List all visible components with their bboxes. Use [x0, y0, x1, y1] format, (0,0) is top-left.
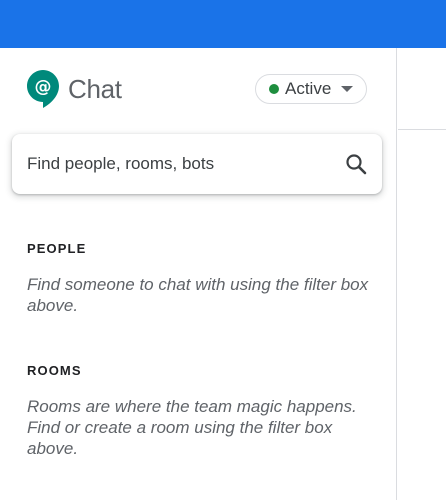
chat-brand: @ Chat — [27, 70, 122, 108]
status-dropdown[interactable]: Active — [255, 74, 367, 104]
status-dot-icon — [269, 84, 279, 94]
search-input[interactable] — [27, 154, 344, 174]
chat-logo-icon: @ — [27, 70, 59, 108]
chevron-down-icon — [341, 86, 354, 92]
rooms-empty-text: Rooms are where the team magic happens. … — [27, 397, 357, 458]
people-heading: PEOPLE — [27, 241, 87, 256]
top-app-bar — [0, 0, 446, 48]
svg-text:@: @ — [35, 77, 52, 97]
header-divider — [398, 129, 446, 130]
search-box — [12, 134, 382, 194]
chat-sidebar: @ Chat Active PEOPLE Find someone to cha… — [0, 48, 397, 500]
status-label: Active — [285, 79, 332, 98]
search-icon[interactable] — [344, 152, 368, 176]
people-empty-text: Find someone to chat with using the filt… — [27, 275, 369, 315]
main-pane — [398, 48, 446, 500]
app-title: Chat — [68, 73, 122, 104]
rooms-heading: ROOMS — [27, 363, 82, 378]
